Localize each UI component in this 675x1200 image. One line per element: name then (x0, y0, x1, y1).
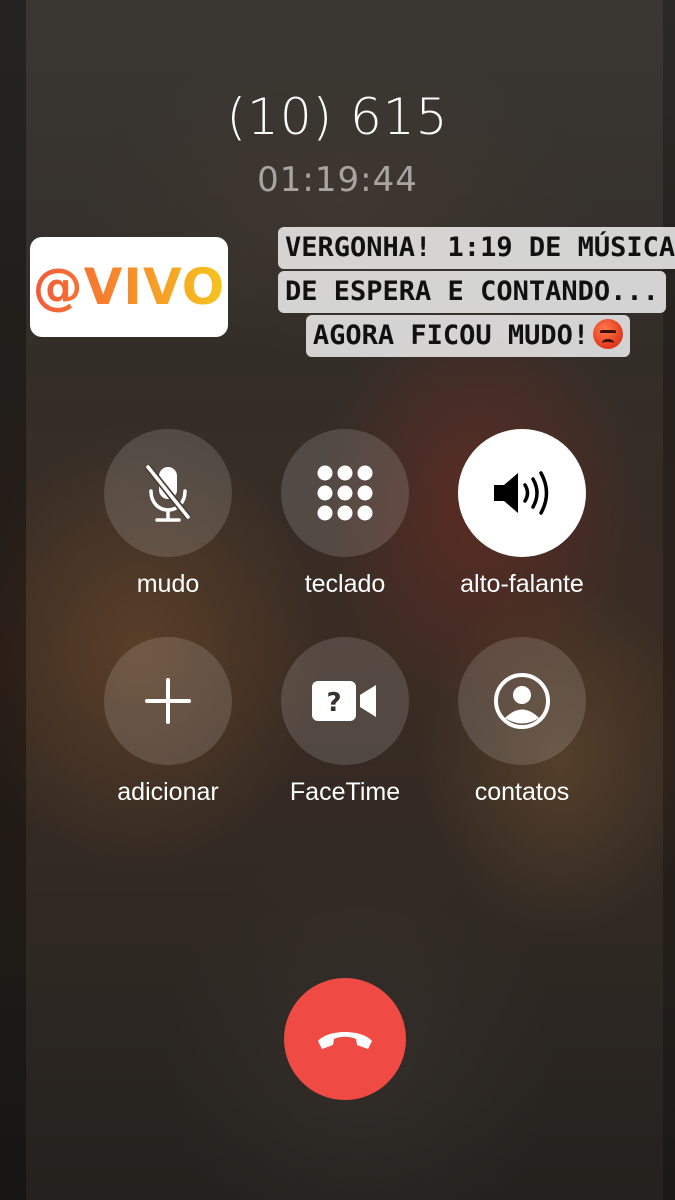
caller-number: (10) 615 (226, 88, 449, 146)
caption-line: DE ESPERA E CONTANDO... (278, 271, 666, 313)
add-call-button[interactable] (104, 637, 232, 765)
mute-label: mudo (136, 570, 200, 598)
speaker-button[interactable] (458, 429, 586, 557)
vivo-sticker-text: @VIVO (32, 258, 226, 316)
svg-text:?: ? (326, 688, 341, 718)
keypad-label: teclado (304, 570, 386, 598)
caption-sticker: VERGONHA! 1:19 DE MÚSICA DE ESPERA E CON… (278, 226, 675, 358)
plus-icon (145, 678, 191, 724)
end-call-button[interactable] (284, 978, 406, 1100)
speaker-label: alto-falante (460, 570, 584, 598)
contacts-button[interactable] (458, 637, 586, 765)
facetime-label: FaceTime (289, 778, 401, 806)
add-call-label: adicionar (117, 778, 219, 806)
mic-off-icon (145, 464, 191, 522)
angry-face-emoji (593, 319, 624, 349)
facetime-unavailable-icon: ? (312, 681, 376, 721)
caption-line: VERGONHA! 1:19 DE MÚSICA (278, 227, 675, 269)
call-timer: 01:19:44 (257, 160, 418, 200)
keypad-button[interactable] (281, 429, 409, 557)
contact-icon (494, 673, 550, 729)
facetime-button[interactable]: ? (281, 637, 409, 765)
keypad-icon (317, 465, 373, 521)
contacts-label: contatos (474, 778, 570, 806)
speaker-icon (494, 471, 549, 515)
caption-line: AGORA FICOU MUDO! (305, 315, 631, 357)
vivo-sticker: @VIVO (30, 237, 228, 337)
hang-up-icon (318, 1032, 372, 1049)
mute-button[interactable] (104, 429, 232, 557)
